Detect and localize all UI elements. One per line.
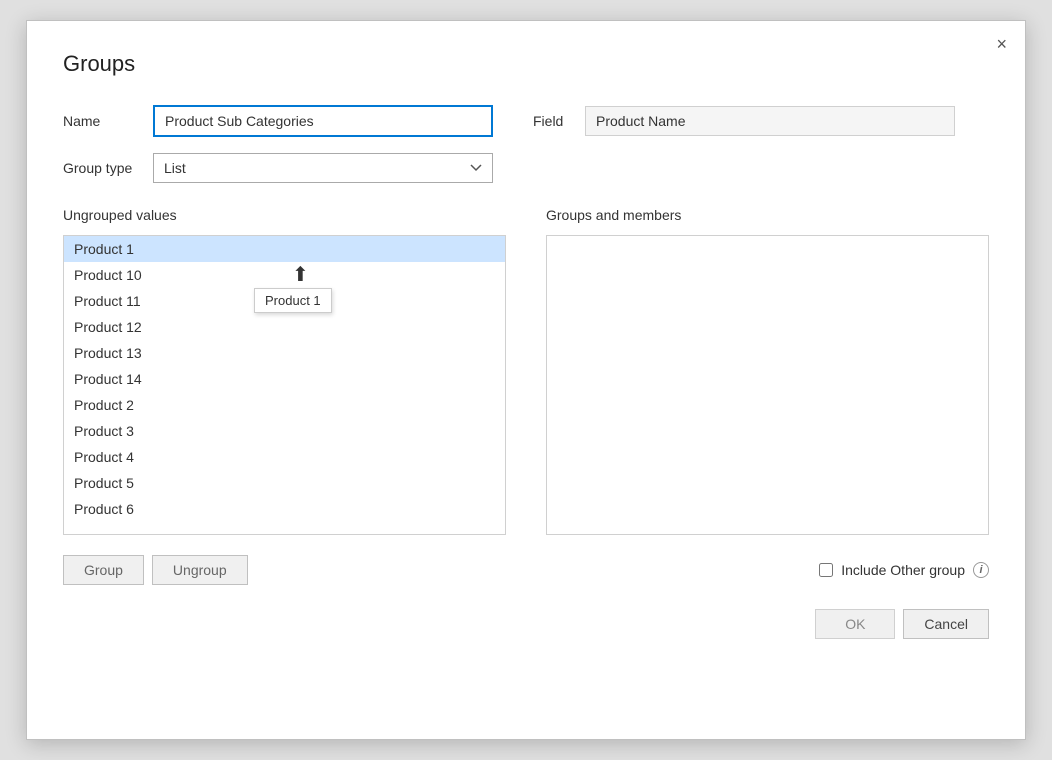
field-value: Product Name <box>585 106 955 136</box>
lists-section: Ungrouped values ⬆︎ Product 1 Product 1 … <box>63 207 989 535</box>
include-other-group-label: Include Other group <box>841 562 965 578</box>
right-section: Include Other group i <box>819 562 989 578</box>
name-label: Name <box>63 113 153 129</box>
groups-list[interactable] <box>546 235 989 535</box>
group-button[interactable]: Group <box>63 555 144 585</box>
cancel-button[interactable]: Cancel <box>903 609 989 639</box>
list-item[interactable]: Product 14 <box>64 366 505 392</box>
dialog-title: Groups <box>63 51 989 77</box>
list-item[interactable]: Product 11 <box>64 288 505 314</box>
list-item[interactable]: Product 2 <box>64 392 505 418</box>
ungroup-button[interactable]: Ungroup <box>152 555 248 585</box>
ok-button[interactable]: OK <box>815 609 895 639</box>
groups-title: Groups and members <box>546 207 989 223</box>
name-row: Name Field Product Name <box>63 105 989 137</box>
buttons-row: Group Ungroup Include Other group i <box>63 555 989 585</box>
group-type-row: Group type List Bin <box>63 153 989 183</box>
list-item[interactable]: Product 10 <box>64 262 505 288</box>
list-item[interactable]: Product 6 <box>64 496 505 514</box>
list-item[interactable]: Product 3 <box>64 418 505 444</box>
field-label: Field <box>533 113 569 129</box>
list-item[interactable]: Product 13 <box>64 340 505 366</box>
groups-dialog: × Groups Name Field Product Name Group t… <box>26 20 1026 740</box>
include-other-group-row: Include Other group i <box>819 562 989 578</box>
ungrouped-title: Ungrouped values <box>63 207 506 223</box>
ok-cancel-row: OK Cancel <box>63 609 989 639</box>
list-item[interactable]: Product 4 <box>64 444 505 470</box>
include-other-group-checkbox[interactable] <box>819 563 833 577</box>
ungrouped-panel: Ungrouped values ⬆︎ Product 1 Product 1 … <box>63 207 506 535</box>
list-item[interactable]: Product 12 <box>64 314 505 340</box>
left-buttons: Group Ungroup <box>63 555 248 585</box>
name-input[interactable] <box>153 105 493 137</box>
ungrouped-list[interactable]: ⬆︎ Product 1 Product 1 Product 10 Produc… <box>63 235 506 535</box>
group-type-select[interactable]: List Bin <box>153 153 493 183</box>
groups-panel: Groups and members <box>546 207 989 535</box>
list-item[interactable]: Product 1 <box>64 236 505 262</box>
list-item[interactable]: Product 5 <box>64 470 505 496</box>
group-type-label: Group type <box>63 160 153 176</box>
close-button[interactable]: × <box>996 35 1007 53</box>
info-icon[interactable]: i <box>973 562 989 578</box>
